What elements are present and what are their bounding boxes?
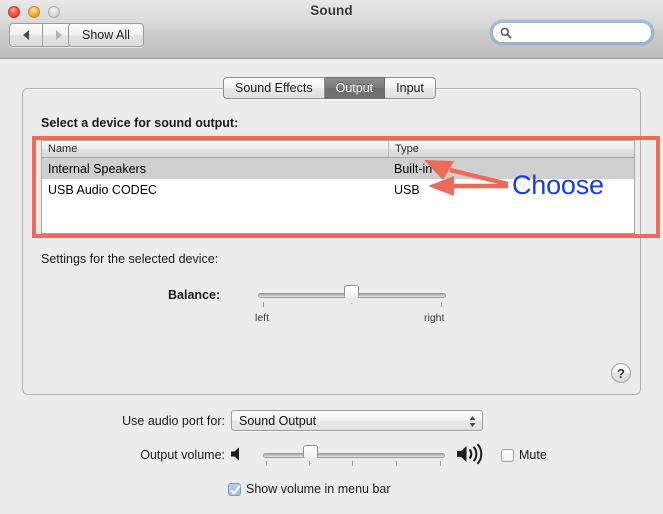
mute-checkbox[interactable] bbox=[501, 449, 514, 462]
tab-input-label: Input bbox=[396, 81, 424, 95]
tab-sound-effects-label: Sound Effects bbox=[235, 81, 313, 95]
back-button[interactable] bbox=[9, 23, 42, 47]
output-volume-slider-track[interactable] bbox=[263, 453, 445, 458]
help-label: ? bbox=[617, 365, 625, 381]
navigation-segmented-control bbox=[9, 23, 75, 47]
column-header-type[interactable]: Type bbox=[388, 141, 634, 157]
annotation-choose-label: Choose bbox=[512, 170, 604, 200]
table-header-row: Name Type bbox=[42, 141, 634, 158]
volume-tick-4 bbox=[440, 461, 441, 466]
chevron-updown-icon bbox=[469, 416, 476, 427]
tab-input[interactable]: Input bbox=[385, 77, 436, 99]
volume-tick-2 bbox=[352, 461, 353, 466]
audio-port-popup-button[interactable]: Sound Output bbox=[231, 410, 483, 431]
volume-tick-1 bbox=[309, 461, 310, 466]
tab-output-label: Output bbox=[335, 81, 374, 95]
zoom-button[interactable] bbox=[48, 6, 60, 18]
help-button[interactable]: ? bbox=[611, 363, 631, 383]
arrow-left-icon bbox=[23, 30, 29, 40]
volume-tick-0 bbox=[266, 461, 267, 466]
show-all-label: Show All bbox=[82, 28, 130, 42]
window-title: Sound bbox=[310, 3, 353, 18]
select-device-label: Select a device for sound output: bbox=[41, 116, 239, 130]
output-volume-slider-thumb[interactable] bbox=[303, 445, 318, 464]
checkmark-icon bbox=[230, 485, 241, 495]
tab-bar: Sound Effects Output Input bbox=[223, 77, 436, 99]
output-volume-label: Output volume: bbox=[140, 448, 225, 462]
output-pane-panel bbox=[22, 88, 641, 395]
sound-preferences-window: Sound Show All Sound Effects Output Inpu… bbox=[0, 0, 663, 514]
device-name-cell: Internal Speakers bbox=[48, 161, 146, 176]
search-icon bbox=[500, 27, 512, 38]
device-name-cell: USB Audio CODEC bbox=[48, 182, 158, 197]
show-volume-label: Show volume in menu bar bbox=[246, 482, 391, 496]
mute-label: Mute bbox=[519, 448, 547, 462]
window-titlebar: Sound Show All bbox=[0, 0, 663, 59]
audio-port-value: Sound Output bbox=[239, 413, 317, 428]
balance-min-label: left bbox=[255, 312, 270, 324]
balance-label: Balance: bbox=[168, 288, 221, 302]
column-header-name[interactable]: Name bbox=[42, 141, 388, 157]
speaker-loud-icon bbox=[457, 443, 483, 465]
search-field[interactable] bbox=[492, 22, 652, 43]
tab-output[interactable]: Output bbox=[324, 77, 386, 99]
balance-tick-right bbox=[441, 302, 442, 307]
show-all-button[interactable]: Show All bbox=[68, 23, 144, 47]
volume-tick-3 bbox=[396, 461, 397, 466]
balance-tick-left bbox=[263, 302, 264, 307]
arrow-right-icon bbox=[55, 30, 62, 40]
minimize-button[interactable] bbox=[28, 6, 40, 18]
tab-sound-effects[interactable]: Sound Effects bbox=[223, 77, 325, 99]
audio-port-label: Use audio port for: bbox=[122, 414, 225, 428]
settings-for-device-label: Settings for the selected device: bbox=[41, 252, 219, 266]
close-button[interactable] bbox=[8, 6, 20, 18]
balance-max-label: right bbox=[424, 312, 445, 324]
show-volume-checkbox[interactable] bbox=[228, 483, 241, 496]
search-input[interactable] bbox=[515, 25, 641, 40]
speaker-quiet-icon bbox=[231, 447, 239, 461]
